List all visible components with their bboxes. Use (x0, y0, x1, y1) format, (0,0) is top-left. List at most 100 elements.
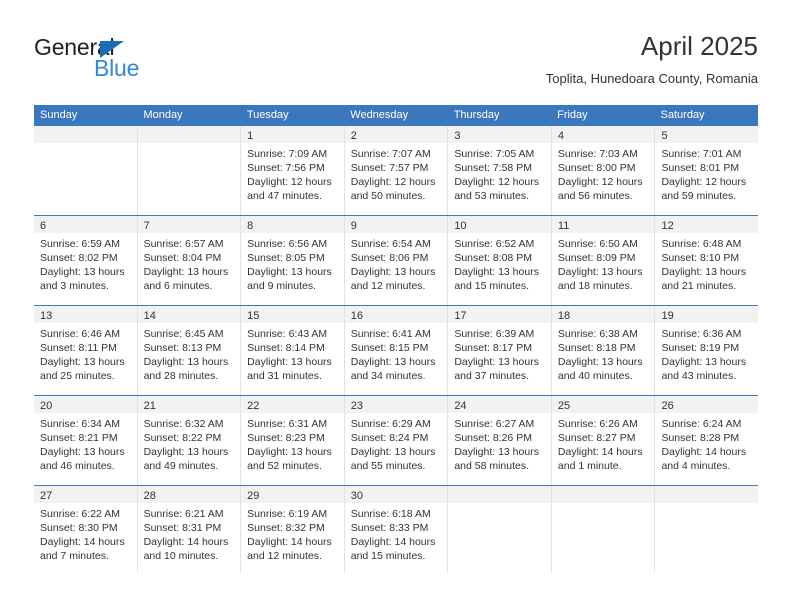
sun-info: Sunrise: 6:27 AM Sunset: 8:26 PM Daylight:… (448, 413, 551, 473)
sunrise-text: Sunrise: 6:52 AM (454, 238, 535, 250)
day-number-band: 8 (241, 216, 344, 233)
sun-info: Sunrise: 6:41 AM Sunset: 8:15 PM Daylight:… (345, 323, 448, 383)
calendar-day-cell[interactable]: 28 Sunrise: 6:21 AM Sunset: 8:31 PM Dayligh… (137, 486, 242, 572)
calendar-week-row: 20 Sunrise: 6:34 AM Sunset: 8:21 PM Dayligh… (34, 395, 759, 485)
calendar-day-cell[interactable]: 4 Sunrise: 7:03 AM Sunset: 8:00 PM Daylight… (551, 126, 656, 215)
day-number-band: 17 (448, 306, 551, 323)
sun-info: Sunrise: 7:09 AM Sunset: 7:56 PM Daylight:… (241, 143, 344, 203)
day-number: 28 (143, 490, 156, 502)
sunset-text: Sunset: 8:28 PM (661, 432, 740, 444)
calendar-day-cell[interactable]: 13 Sunrise: 6:46 AM Sunset: 8:11 PM Dayligh… (34, 306, 138, 395)
daylight-text: Daylight: 13 hours and 18 minutes. (557, 266, 643, 292)
sunset-text: Sunset: 8:14 PM (247, 342, 325, 354)
calendar-day-cell[interactable]: 12 Sunrise: 6:48 AM Sunset: 8:10 PM Dayligh… (655, 216, 759, 305)
day-number-band (34, 126, 137, 143)
day-number-band: 21 (137, 396, 241, 413)
sunset-text: Sunset: 8:08 PM (454, 252, 532, 264)
general-blue-logo[interactable]: General Blue (34, 34, 234, 90)
daylight-text: Daylight: 13 hours and 34 minutes. (350, 356, 436, 382)
sunrise-text: Sunrise: 6:31 AM (247, 418, 328, 430)
calendar-week-row: 1 Sunrise: 7:09 AM Sunset: 7:56 PM Daylight… (34, 126, 759, 215)
sun-info: Sunrise: 6:36 AM Sunset: 8:19 PM Daylight:… (655, 323, 758, 383)
day-number: 26 (661, 400, 674, 412)
page-title: April 2025 (640, 31, 758, 61)
calendar-day-cell[interactable]: 16 Sunrise: 6:41 AM Sunset: 8:15 PM Dayligh… (344, 306, 449, 395)
calendar-day-cell[interactable]: 23 Sunrise: 6:29 AM Sunset: 8:24 PM Dayligh… (344, 396, 449, 485)
sun-info: Sunrise: 6:38 AM Sunset: 8:18 PM Daylight:… (552, 323, 655, 383)
day-number: 21 (143, 400, 156, 412)
sunrise-text: Sunrise: 6:56 AM (247, 238, 328, 250)
sun-info: Sunrise: 6:52 AM Sunset: 8:08 PM Daylight:… (448, 233, 551, 293)
sunrise-text: Sunrise: 6:19 AM (247, 508, 328, 520)
calendar-day-cell[interactable]: 19 Sunrise: 6:36 AM Sunset: 8:19 PM Dayligh… (655, 306, 759, 395)
calendar-day-cell[interactable]: 29 Sunrise: 6:19 AM Sunset: 8:32 PM Dayligh… (241, 486, 345, 572)
calendar-day-cell-empty (137, 126, 242, 215)
day-number: 3 (454, 130, 461, 142)
daylight-text: Daylight: 13 hours and 58 minutes. (454, 446, 539, 472)
daylight-text: Daylight: 13 hours and 25 minutes. (40, 356, 125, 382)
calendar-day-cell[interactable]: 10 Sunrise: 6:52 AM Sunset: 8:08 PM Dayligh… (448, 216, 552, 305)
calendar-weeks: 1 Sunrise: 7:09 AM Sunset: 7:56 PM Daylight… (34, 126, 759, 572)
daylight-text: Daylight: 13 hours and 49 minutes. (143, 446, 229, 472)
day-number: 9 (350, 220, 357, 232)
sunset-text: Sunset: 8:26 PM (454, 432, 532, 444)
day-number-band: 11 (551, 216, 655, 233)
calendar-day-cell[interactable]: 25 Sunrise: 6:26 AM Sunset: 8:27 PM Dayligh… (551, 396, 656, 485)
sunset-text: Sunset: 8:04 PM (143, 252, 222, 264)
sunrise-text: Sunrise: 6:54 AM (350, 238, 431, 250)
calendar-day-cell[interactable]: 11 Sunrise: 6:50 AM Sunset: 8:09 PM Dayligh… (551, 216, 656, 305)
calendar-day-cell[interactable]: 8 Sunrise: 6:56 AM Sunset: 8:05 PM Daylight… (241, 216, 345, 305)
calendar-grid: Sunday Monday Tuesday Wednesday Thursday Frid… (34, 105, 759, 572)
calendar-day-cell[interactable]: 27 Sunrise: 6:22 AM Sunset: 8:30 PM Dayligh… (34, 486, 138, 572)
day-number: 7 (143, 220, 150, 232)
daylight-text: Daylight: 13 hours and 21 minutes. (661, 266, 747, 292)
calendar-day-cell[interactable]: 9 Sunrise: 6:54 AM Sunset: 8:06 PM Daylight… (344, 216, 449, 305)
sun-info: Sunrise: 6:26 AM Sunset: 8:27 PM Daylight:… (552, 413, 655, 473)
sun-info: Sunrise: 6:45 AM Sunset: 8:13 PM Daylight:… (138, 323, 241, 383)
calendar-day-cell[interactable]: 3 Sunrise: 7:05 AM Sunset: 7:58 PM Daylight… (448, 126, 552, 215)
calendar-day-cell[interactable]: 20 Sunrise: 6:34 AM Sunset: 8:21 PM Dayligh… (34, 396, 138, 485)
calendar-day-cell[interactable]: 7 Sunrise: 6:57 AM Sunset: 8:04 PM Daylight… (137, 216, 242, 305)
calendar-day-cell[interactable]: 24 Sunrise: 6:27 AM Sunset: 8:26 PM Dayligh… (448, 396, 552, 485)
calendar-day-cell[interactable]: 6 Sunrise: 6:59 AM Sunset: 8:02 PM Daylight… (34, 216, 138, 305)
day-number-band: 25 (551, 396, 655, 413)
calendar-day-cell[interactable]: 2 Sunrise: 7:07 AM Sunset: 7:57 PM Daylight… (344, 126, 449, 215)
sunrise-text: Sunrise: 6:46 AM (40, 328, 120, 340)
sun-info: Sunrise: 6:46 AM Sunset: 8:11 PM Daylight:… (34, 323, 137, 383)
sunrise-text: Sunrise: 7:07 AM (350, 148, 431, 160)
day-number-band: 27 (34, 486, 137, 503)
calendar-day-cell[interactable]: 14 Sunrise: 6:45 AM Sunset: 8:13 PM Dayligh… (137, 306, 242, 395)
calendar-day-cell[interactable]: 18 Sunrise: 6:38 AM Sunset: 8:18 PM Dayligh… (551, 306, 656, 395)
sunrise-text: Sunrise: 6:43 AM (247, 328, 328, 340)
calendar-day-cell[interactable]: 22 Sunrise: 6:31 AM Sunset: 8:23 PM Dayligh… (241, 396, 345, 485)
calendar-day-cell[interactable]: 21 Sunrise: 6:32 AM Sunset: 8:22 PM Dayligh… (137, 396, 242, 485)
sun-info: Sunrise: 6:21 AM Sunset: 8:31 PM Daylight:… (138, 503, 241, 563)
sun-info: Sunrise: 6:22 AM Sunset: 8:30 PM Daylight:… (34, 503, 137, 563)
sunrise-text: Sunrise: 7:05 AM (454, 148, 535, 160)
day-number-band: 13 (34, 306, 137, 323)
day-number: 18 (557, 310, 571, 322)
sun-info: Sunrise: 7:07 AM Sunset: 7:57 PM Daylight:… (345, 143, 448, 203)
day-number-band: 16 (344, 306, 448, 323)
day-number: 6 (40, 220, 47, 232)
calendar-day-cell[interactable]: 26 Sunrise: 6:24 AM Sunset: 8:28 PM Dayligh… (655, 396, 759, 485)
day-number-band: 9 (344, 216, 448, 233)
sunrise-text: Sunrise: 6:22 AM (40, 508, 120, 520)
calendar-day-cell[interactable]: 15 Sunrise: 6:43 AM Sunset: 8:14 PM Dayligh… (241, 306, 345, 395)
day-number-band (137, 126, 241, 143)
calendar-day-cell[interactable]: 1 Sunrise: 7:09 AM Sunset: 7:56 PM Daylight… (241, 126, 345, 215)
sunset-text: Sunset: 7:57 PM (350, 162, 429, 174)
daylight-text: Daylight: 14 hours and 4 minutes. (661, 446, 747, 472)
day-number-band (448, 486, 551, 503)
sun-info: Sunrise: 6:43 AM Sunset: 8:14 PM Daylight:… (241, 323, 344, 383)
sunrise-text: Sunrise: 6:34 AM (40, 418, 120, 430)
day-number: 2 (350, 130, 357, 142)
calendar-day-cell[interactable]: 30 Sunrise: 6:18 AM Sunset: 8:33 PM Dayligh… (344, 486, 449, 572)
daylight-text: Daylight: 12 hours and 56 minutes. (557, 176, 643, 202)
calendar-day-cell[interactable]: 5 Sunrise: 7:01 AM Sunset: 8:01 PM Daylight… (655, 126, 759, 215)
sunrise-text: Sunrise: 6:36 AM (661, 328, 742, 340)
day-number: 24 (454, 400, 467, 412)
calendar-day-cell[interactable]: 17 Sunrise: 6:39 AM Sunset: 8:17 PM Dayligh… (448, 306, 552, 395)
sunrise-text: Sunrise: 6:24 AM (661, 418, 742, 430)
sunrise-text: Sunrise: 6:27 AM (454, 418, 535, 430)
